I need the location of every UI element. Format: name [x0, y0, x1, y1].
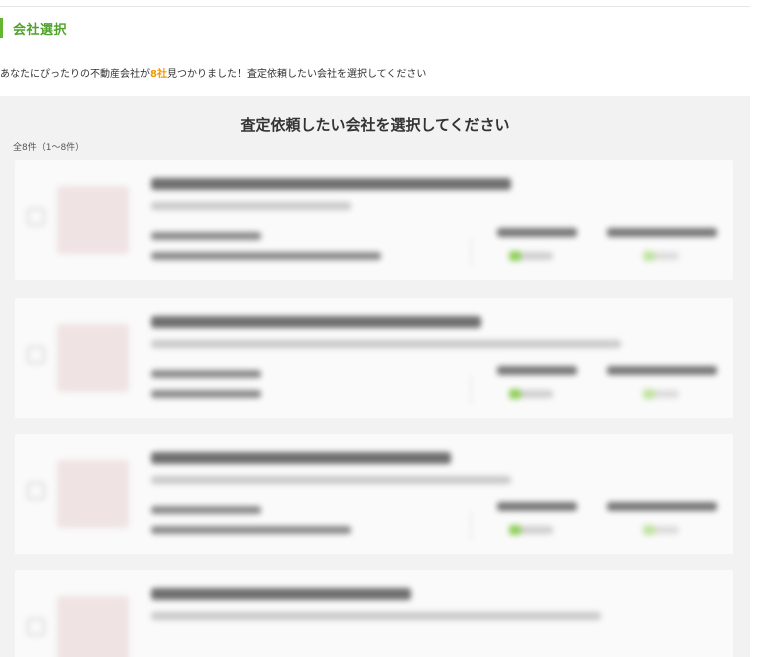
stat-label [497, 366, 577, 375]
company-name[interactable] [151, 588, 411, 600]
stat-label [607, 366, 717, 375]
card-divider [471, 512, 472, 540]
company-thumbnail [57, 324, 129, 392]
company-name[interactable] [151, 452, 451, 464]
company-catchphrase [151, 202, 351, 210]
company-list-panel: 査定依頼したい会社を選択してください 全8件（1〜8件） [0, 96, 750, 657]
company-thumbnail [57, 186, 129, 254]
company-info [151, 232, 261, 240]
check-icon [643, 251, 679, 261]
stat-label [497, 502, 577, 511]
company-card[interactable] [15, 298, 733, 418]
result-message-suffix: 見つかりました！査定依頼したい会社を選択してください [166, 69, 427, 80]
company-card[interactable] [15, 570, 733, 657]
company-address [151, 526, 351, 534]
checkbox-icon[interactable] [27, 208, 45, 226]
company-info [151, 370, 261, 378]
result-message: あなたにぴったりの不動産会社が8社見つかりました！査定依頼したい会社を選択してく… [0, 65, 426, 80]
company-thumbnail [57, 596, 129, 657]
checkbox-icon[interactable] [27, 482, 45, 500]
section-header: 会社選択 [0, 18, 67, 38]
checkbox-icon[interactable] [27, 346, 45, 364]
company-thumbnail [57, 460, 129, 528]
check-icon [643, 525, 679, 535]
top-divider [0, 6, 750, 7]
check-icon [509, 389, 553, 399]
company-catchphrase [151, 340, 621, 348]
check-icon [509, 525, 553, 535]
check-icon [509, 251, 553, 261]
company-address [151, 252, 381, 260]
company-card[interactable] [15, 160, 733, 280]
company-catchphrase [151, 476, 511, 484]
company-name[interactable] [151, 178, 511, 190]
list-total-count: 全8件（1〜8件） [13, 143, 85, 153]
company-info [151, 506, 261, 514]
stat-label [607, 228, 717, 237]
card-divider [471, 376, 472, 404]
checkbox-icon[interactable] [27, 618, 45, 636]
list-heading: 査定依頼したい会社を選択してください [240, 116, 510, 134]
company-card[interactable] [15, 434, 733, 554]
card-divider [471, 238, 472, 266]
section-accent-bar [0, 18, 3, 38]
company-name[interactable] [151, 316, 481, 328]
check-icon [643, 389, 679, 399]
company-catchphrase [151, 612, 601, 620]
section-title: 会社選択 [13, 22, 68, 38]
stat-label [497, 228, 577, 237]
company-address [151, 390, 261, 398]
stat-label [607, 502, 717, 511]
result-message-prefix: あなたにぴったりの不動産会社が [0, 69, 150, 80]
result-count: 8社 [150, 69, 167, 80]
